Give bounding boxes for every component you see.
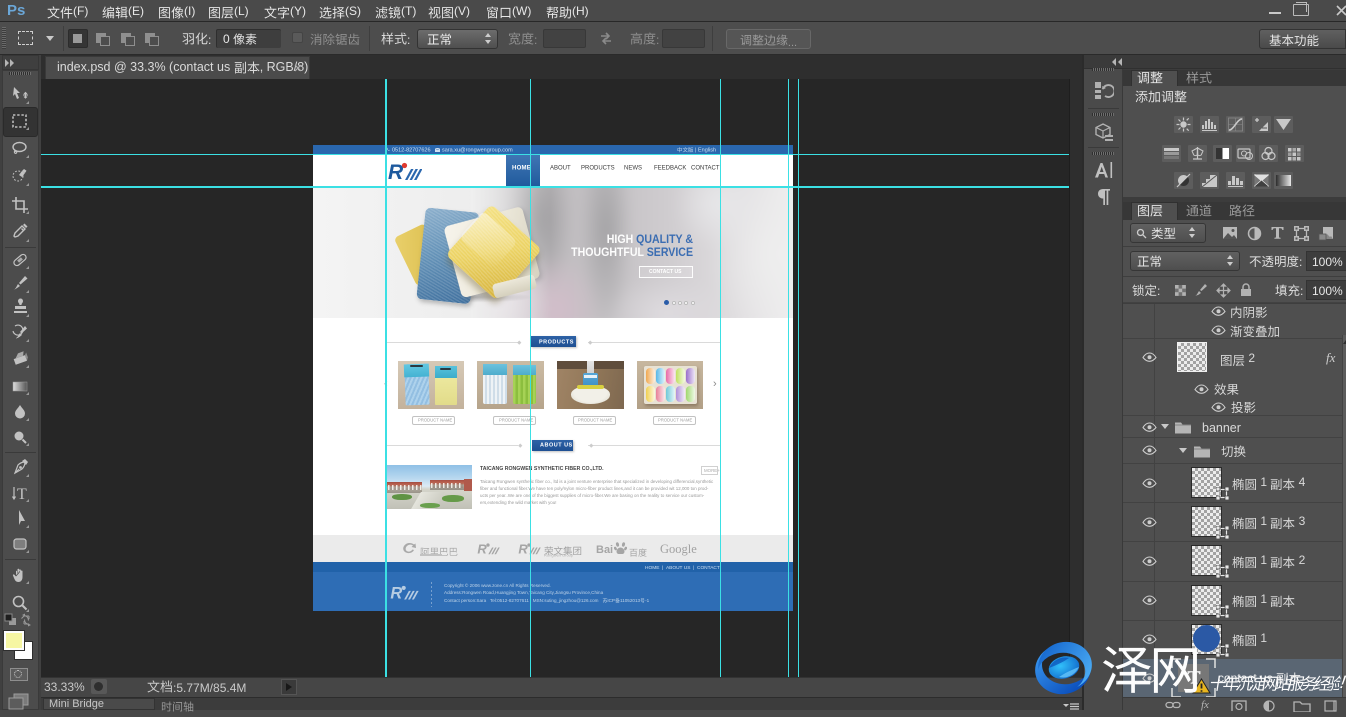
svg-text:R: R (518, 542, 528, 557)
svg-text:T: T (17, 486, 27, 503)
svg-text:R: R (388, 161, 404, 184)
svg-text:R: R (477, 542, 487, 557)
svg-text:R: R (390, 585, 402, 603)
